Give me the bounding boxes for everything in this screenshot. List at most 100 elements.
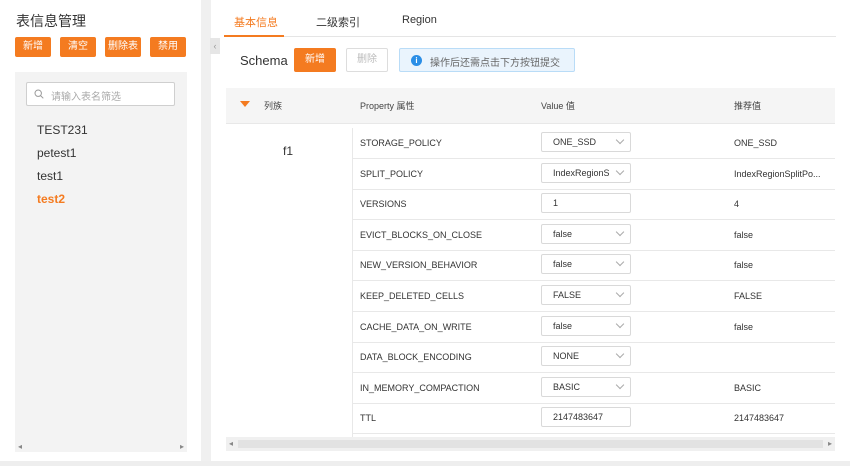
chevron-down-icon: [615, 288, 625, 298]
chevron-down-icon: [615, 227, 625, 237]
recommended-value: false: [734, 260, 754, 271]
value-select[interactable]: NONE: [541, 346, 631, 367]
property-name: TTL: [360, 413, 377, 424]
panel-title: 表信息管理: [16, 13, 86, 29]
tab-bar: 基本信息 二级索引 Region: [224, 0, 836, 37]
value-text: false: [553, 228, 573, 239]
chevron-down-icon: [615, 258, 625, 267]
value-text: 2147483647: [553, 412, 604, 423]
recommended-value: false: [734, 229, 754, 240]
scroll-left-icon[interactable]: ◂: [229, 439, 233, 448]
property-name: VERSIONS: [360, 199, 407, 210]
value-select[interactable]: false: [541, 254, 631, 275]
table-item-selected[interactable]: test2: [37, 192, 65, 206]
scrollbar-thumb[interactable]: [238, 440, 823, 448]
property-name: SPLIT_POLICY: [360, 168, 424, 179]
active-tab-indicator: [224, 35, 284, 37]
value-text: 1: [553, 198, 559, 209]
delete-schema-button[interactable]: 删除: [346, 48, 388, 72]
info-icon: i: [411, 55, 422, 66]
left-horizontal-scrollbar[interactable]: ◂ ▸: [15, 440, 187, 452]
recommended-value: 2147483647: [734, 413, 785, 424]
bottom-bar: [0, 461, 850, 466]
property-name: STORAGE_POLICY: [360, 138, 442, 148]
recommended-value: FALSE: [734, 291, 763, 301]
notice-text: 操作后还需点击下方按钮提交: [430, 58, 560, 69]
grid-horizontal-scrollbar[interactable]: ◂ ▸: [226, 437, 835, 451]
chevron-down-icon: [615, 135, 625, 145]
property-row: CACHE_DATA_ON_WRITE false false: [353, 312, 835, 343]
table-item[interactable]: TEST231: [37, 123, 88, 137]
add-table-button[interactable]: 新增: [15, 37, 51, 57]
table-item[interactable]: petest1: [37, 146, 76, 160]
table-search-input[interactable]: 请输入表名筛选: [26, 82, 175, 106]
property-row: SPLIT_POLICY IndexRegionS IndexRegionSplit…: [353, 159, 835, 190]
header-recommended: 推荐值: [734, 101, 762, 111]
value-input[interactable]: 1: [541, 193, 631, 214]
chevron-down-icon: [615, 166, 625, 175]
delete-table-button[interactable]: 删除表: [105, 37, 141, 57]
property-row: NEW_VERSION_BEHAVIOR false false: [353, 250, 835, 282]
collapse-panel-icon[interactable]: ‹: [210, 38, 220, 54]
property-row: VERSIONS 1 4: [353, 189, 835, 221]
grid-header: 列族 Property 属性 Value 值 推荐值: [226, 88, 835, 124]
search-icon: [34, 89, 44, 99]
value-select[interactable]: FALSE: [541, 285, 631, 305]
header-family: 列族: [264, 101, 283, 111]
collapse-caret-icon[interactable]: [240, 101, 250, 107]
value-select[interactable]: false: [541, 315, 631, 336]
property-name: CACHE_DATA_ON_WRITE: [360, 321, 472, 332]
property-name: IN_MEMORY_COMPACTION: [360, 382, 480, 393]
scroll-left-icon[interactable]: ◂: [18, 442, 22, 451]
column-family-cell: f1: [226, 128, 353, 437]
recommended-value: BASIC: [734, 382, 762, 393]
table-management-panel: 表信息管理 新增 清空 删除表 禁用 请输入表名筛选 TEST231 petes…: [0, 0, 201, 466]
value-text: NONE: [553, 351, 580, 362]
table-item[interactable]: test1: [37, 169, 63, 183]
recommended-value: ONE_SSD: [734, 138, 778, 148]
value-text: FALSE: [553, 290, 582, 300]
property-name: DATA_BLOCK_ENCODING: [360, 352, 472, 363]
value-select[interactable]: false: [541, 223, 631, 244]
tab-basic-info[interactable]: 基本信息: [234, 14, 278, 30]
tab-secondary-index[interactable]: 二级索引: [316, 14, 360, 30]
value-input[interactable]: 2147483647: [541, 407, 631, 428]
column-family-name: f1: [283, 144, 294, 158]
recommended-value: IndexRegionSplitPo...: [734, 168, 821, 179]
value-select[interactable]: ONE_SSD: [541, 132, 631, 152]
table-list: 请输入表名筛选 TEST231 petest1 test1 test2 ◂ ▸: [15, 72, 187, 452]
scroll-right-icon[interactable]: ▸: [180, 442, 184, 451]
property-row: IN_MEMORY_COMPACTION BASIC BASIC: [353, 373, 835, 404]
add-schema-button[interactable]: 新增: [294, 48, 336, 72]
recommended-value: false: [734, 321, 754, 332]
schema-grid: 列族 Property 属性 Value 值 推荐值 f1 STORAGE_PO…: [226, 88, 835, 437]
value-text: false: [553, 320, 573, 331]
property-row: EVICT_BLOCKS_ON_CLOSE false false: [353, 220, 835, 251]
property-name: KEEP_DELETED_CELLS: [360, 291, 465, 301]
property-name: NEW_VERSION_BEHAVIOR: [360, 260, 478, 271]
disable-table-button[interactable]: 禁用: [150, 37, 186, 57]
scroll-right-icon[interactable]: ▸: [828, 439, 832, 448]
value-text: IndexRegionS: [553, 167, 609, 178]
tab-region[interactable]: Region: [402, 14, 437, 26]
property-row: TTL 2147483647 2147483647: [353, 403, 835, 435]
info-notice: i 操作后还需点击下方按钮提交: [399, 48, 575, 72]
header-property: Property 属性: [360, 101, 415, 111]
chevron-down-icon: [615, 319, 625, 328]
property-row: DATA_BLOCK_ENCODING NONE: [353, 342, 835, 374]
clear-button[interactable]: 清空: [60, 37, 96, 57]
header-value: Value 值: [541, 101, 575, 111]
recommended-value: 4: [734, 199, 740, 210]
chevron-down-icon: [615, 380, 625, 390]
chevron-down-icon: [615, 349, 625, 359]
search-placeholder: 请输入表名筛选: [51, 92, 121, 103]
value-select[interactable]: BASIC: [541, 376, 631, 397]
value-text: ONE_SSD: [553, 137, 597, 147]
panel-divider: [201, 0, 211, 466]
value-text: BASIC: [553, 381, 581, 392]
property-row: STORAGE_POLICY ONE_SSD ONE_SSD: [353, 128, 835, 159]
property-name: EVICT_BLOCKS_ON_CLOSE: [360, 229, 483, 240]
schema-label: Schema: [240, 53, 288, 68]
value-text: false: [553, 259, 573, 270]
value-select[interactable]: IndexRegionS: [541, 162, 631, 183]
